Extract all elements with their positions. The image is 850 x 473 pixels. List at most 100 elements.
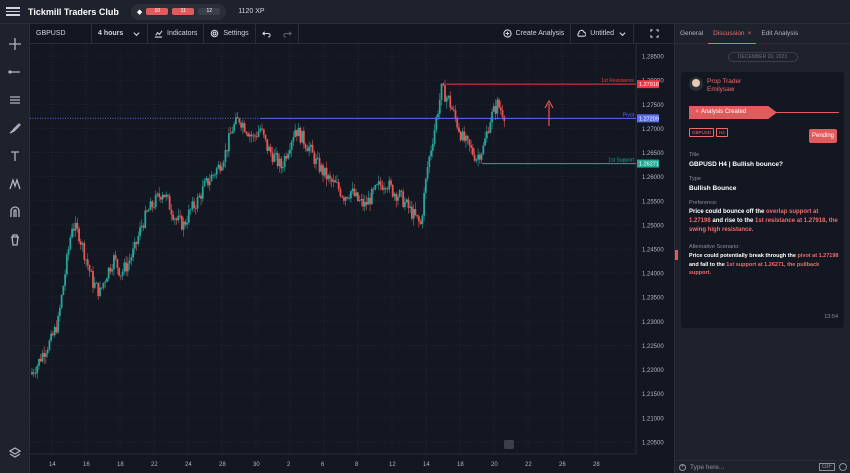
gear-icon — [211, 29, 219, 38]
candle-body — [299, 127, 302, 143]
preference-text: Price could bounce off the overlap suppo… — [689, 209, 838, 233]
candle-body — [182, 221, 185, 230]
fib-icon[interactable] — [0, 86, 30, 114]
tab-general[interactable]: General — [675, 24, 708, 44]
menu-icon[interactable] — [6, 7, 20, 16]
candle-body — [104, 281, 107, 283]
candle-body — [400, 190, 403, 192]
trend-line-icon[interactable] — [0, 58, 30, 86]
candle-body — [491, 111, 493, 123]
candle-body — [306, 148, 309, 152]
candle-body — [217, 164, 220, 169]
candle-body — [210, 174, 213, 182]
chart-canvas[interactable]: 1.285001.280001.275001.270001.265001.260… — [30, 44, 674, 473]
candle-body — [219, 164, 222, 171]
plus-circle-icon — [502, 29, 512, 38]
candle-body — [304, 144, 307, 149]
author-name[interactable]: Emilysaw — [707, 86, 734, 93]
message-time: 13:54 — [824, 314, 838, 320]
candle-body — [147, 210, 150, 212]
layout-selector[interactable]: Untitled — [571, 23, 634, 44]
candle-body — [116, 259, 119, 268]
price-chart[interactable]: 1.285001.280001.275001.270001.265001.260… — [30, 44, 674, 473]
candle-body — [240, 122, 243, 128]
candle-body — [200, 195, 202, 199]
candle-body — [247, 133, 249, 137]
indicators-button[interactable]: Indicators — [148, 23, 205, 44]
candle-body — [180, 216, 183, 230]
status-badge[interactable]: Pending — [809, 129, 837, 143]
create-analysis-button[interactable]: Create Analysis — [497, 23, 572, 44]
panel-resize-handle[interactable] — [675, 250, 678, 260]
text-icon[interactable] — [0, 142, 30, 170]
tab-discussion[interactable]: Discussion × — [708, 24, 757, 44]
symbol-selector[interactable]: GBPUSD — [30, 23, 92, 44]
candle-body — [31, 372, 33, 375]
candle-body — [214, 174, 216, 176]
gif-button[interactable]: GIF — [819, 463, 835, 471]
candle-body — [336, 182, 338, 183]
candle-body — [278, 158, 281, 167]
brush-icon[interactable] — [0, 114, 30, 142]
tag-list: GBPUSD H4 — [689, 128, 728, 137]
candle-body — [163, 194, 166, 198]
candle-body — [341, 196, 344, 198]
candle-body — [158, 193, 161, 198]
candle-body — [283, 156, 286, 167]
candle-body — [421, 215, 424, 224]
candle-body — [269, 146, 272, 153]
crosshair-icon[interactable] — [0, 30, 30, 58]
candle-body — [458, 127, 460, 132]
pattern-icon[interactable] — [0, 170, 30, 198]
candle-body — [179, 215, 182, 217]
candle-body — [496, 99, 499, 114]
candle-body — [191, 201, 194, 210]
candle-body — [374, 185, 377, 190]
candle-body — [440, 83, 443, 100]
emoji-icon[interactable] — [839, 463, 847, 471]
magnet-icon[interactable] — [0, 198, 30, 226]
candle-body — [67, 249, 70, 255]
date-tick-label: 14 — [49, 462, 56, 468]
candle-body — [99, 287, 101, 297]
interval-selector[interactable]: 4 hours — [92, 23, 148, 44]
candle-body — [370, 188, 373, 205]
candle-body — [395, 193, 398, 201]
tab-edit-analysis[interactable]: Edit Analysis — [756, 24, 803, 44]
candle-body — [383, 187, 385, 190]
settings-button[interactable]: Settings — [204, 23, 256, 44]
candle-body — [454, 110, 457, 119]
candle-body — [194, 207, 197, 209]
candle-body — [426, 166, 429, 179]
date-tick-label: 12 — [389, 462, 396, 468]
price-tick-label: 1.25500 — [642, 199, 664, 205]
candle-body — [498, 99, 500, 108]
message-input[interactable]: Type here... — [690, 464, 724, 471]
candle-body — [466, 135, 469, 140]
redo-button[interactable] — [277, 23, 299, 44]
candle-body — [350, 190, 352, 199]
candle-body — [404, 202, 406, 208]
layers-icon[interactable] — [0, 439, 30, 467]
date-tick-label: 14 — [423, 462, 430, 468]
candle-body — [468, 139, 471, 146]
chart-badge-icon — [504, 440, 514, 449]
candle-body — [78, 228, 80, 242]
candle-body — [57, 315, 60, 333]
fullscreen-button[interactable] — [634, 24, 674, 44]
candle-body — [459, 131, 462, 141]
top-bar: Tickmill Traders Club ◆ 10 11 12 1120 XP — [0, 0, 850, 24]
close-icon[interactable]: × — [748, 30, 752, 37]
diamond-icon: ◆ — [136, 8, 143, 16]
candle-body — [167, 194, 169, 197]
plus-icon[interactable]: + — [679, 463, 686, 471]
candle-body — [241, 123, 244, 128]
price-tick-label: 1.23000 — [642, 320, 664, 326]
candle-body — [125, 262, 128, 272]
candle-body — [160, 197, 162, 200]
candle-body — [428, 156, 431, 167]
trash-icon[interactable] — [0, 226, 30, 254]
undo-button[interactable] — [256, 24, 277, 44]
create-analysis-label: Create Analysis — [515, 30, 565, 37]
date-tick-label: 6 — [321, 462, 325, 468]
